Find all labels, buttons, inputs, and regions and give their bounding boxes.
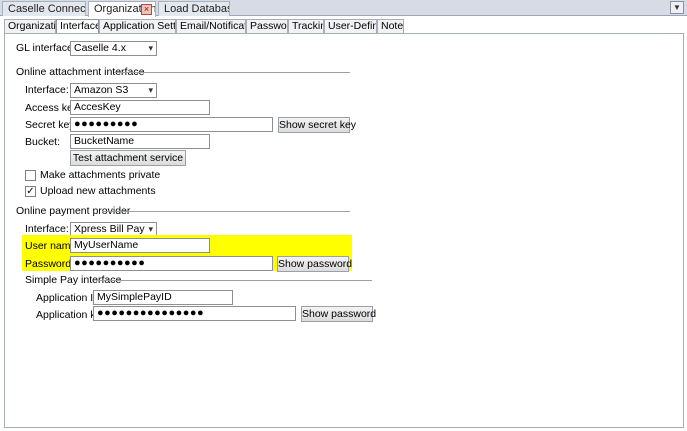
gl-interface-label: GL interface: <box>16 42 76 54</box>
bucket-input[interactable]: BucketName <box>70 134 210 149</box>
password-label: Password: <box>25 258 75 270</box>
section-divider <box>102 211 350 212</box>
upload-new-attachments-label: Upload new attachments <box>40 185 156 197</box>
chevron-down-icon: ▾ <box>148 43 153 53</box>
tab-list-menu-button[interactable]: ▼ <box>670 1 684 14</box>
section-divider <box>96 280 372 281</box>
attachment-interface-select[interactable]: Amazon S3 ▾ <box>70 83 157 98</box>
chevron-down-icon: ▾ <box>148 85 153 95</box>
tab-label: User-Defined <box>328 20 376 32</box>
upload-new-attachments-checkbox[interactable]: ✓ <box>25 186 36 197</box>
show-secret-key-button[interactable]: Show secret key <box>278 117 356 133</box>
tab-label: Tracking <box>292 20 323 32</box>
gl-interface-select[interactable]: Caselle 4.x ▾ <box>70 41 157 56</box>
test-attachment-service-button[interactable]: Test attachment service <box>70 150 186 166</box>
bucket-label: Bucket: <box>25 136 61 148</box>
attachment-interface-value: Amazon S3 <box>74 84 129 96</box>
user-name-input[interactable]: MyUserName <box>70 238 210 253</box>
payment-interface-value: Xpress Bill Pay <box>74 223 145 235</box>
access-key-input[interactable]: AccesKey <box>70 100 210 115</box>
gl-interface-value: Caselle 4.x <box>74 42 126 54</box>
show-application-key-button[interactable]: Show password <box>301 306 376 322</box>
password-input[interactable]: ●●●●●●●●●● <box>70 256 273 271</box>
attachment-interface-label: Interface: <box>25 84 69 96</box>
application-key-input[interactable]: ●●●●●●●●●●●●●●● <box>93 306 296 321</box>
document-tab-bar: Caselle Connect® Organization × Load Dat… <box>0 0 687 17</box>
tab-user-defined[interactable]: User-Defined <box>324 19 377 33</box>
tab-notes[interactable]: Notes <box>377 19 404 33</box>
doc-tab-load-databases[interactable]: Load Databases <box>158 1 230 16</box>
tab-application-settings[interactable]: Application Settings <box>99 19 176 33</box>
show-password-button[interactable]: Show password <box>277 256 352 272</box>
doc-tab-label: Load Databases <box>164 3 229 15</box>
tab-label: Interfaces <box>60 20 98 32</box>
tab-email-notifications[interactable]: Email/Notifications <box>176 19 246 33</box>
secret-key-input[interactable]: ●●●●●●●●● <box>70 117 273 132</box>
checkmark-icon: ✓ <box>26 186 35 197</box>
tab-label: Notes <box>381 20 404 32</box>
doc-tab-organization[interactable]: Organization × <box>88 1 156 17</box>
make-attachments-private-checkbox[interactable] <box>25 170 36 181</box>
tab-passwords[interactable]: Passwords <box>246 19 288 33</box>
settings-tab-bar: Organization Interfaces Application Sett… <box>4 19 684 34</box>
tab-label: Email/Notifications <box>180 20 245 32</box>
chevron-down-icon: ▼ <box>673 3 681 12</box>
tab-organization[interactable]: Organization <box>4 19 56 33</box>
tab-label: Passwords <box>250 20 287 32</box>
tab-tracking[interactable]: Tracking <box>288 19 324 33</box>
section-divider <box>114 72 350 73</box>
doc-tab-caselle-connect[interactable]: Caselle Connect® <box>2 1 86 16</box>
tab-label: Organization <box>8 20 56 32</box>
make-attachments-private-label: Make attachments private <box>40 169 161 181</box>
application-id-input[interactable]: MySimplePayID <box>93 290 233 305</box>
tab-label: Application Settings <box>103 20 176 32</box>
close-icon[interactable]: × <box>141 4 152 15</box>
tab-interfaces[interactable]: Interfaces <box>56 19 99 34</box>
doc-tab-label: Caselle Connect® <box>8 3 86 15</box>
